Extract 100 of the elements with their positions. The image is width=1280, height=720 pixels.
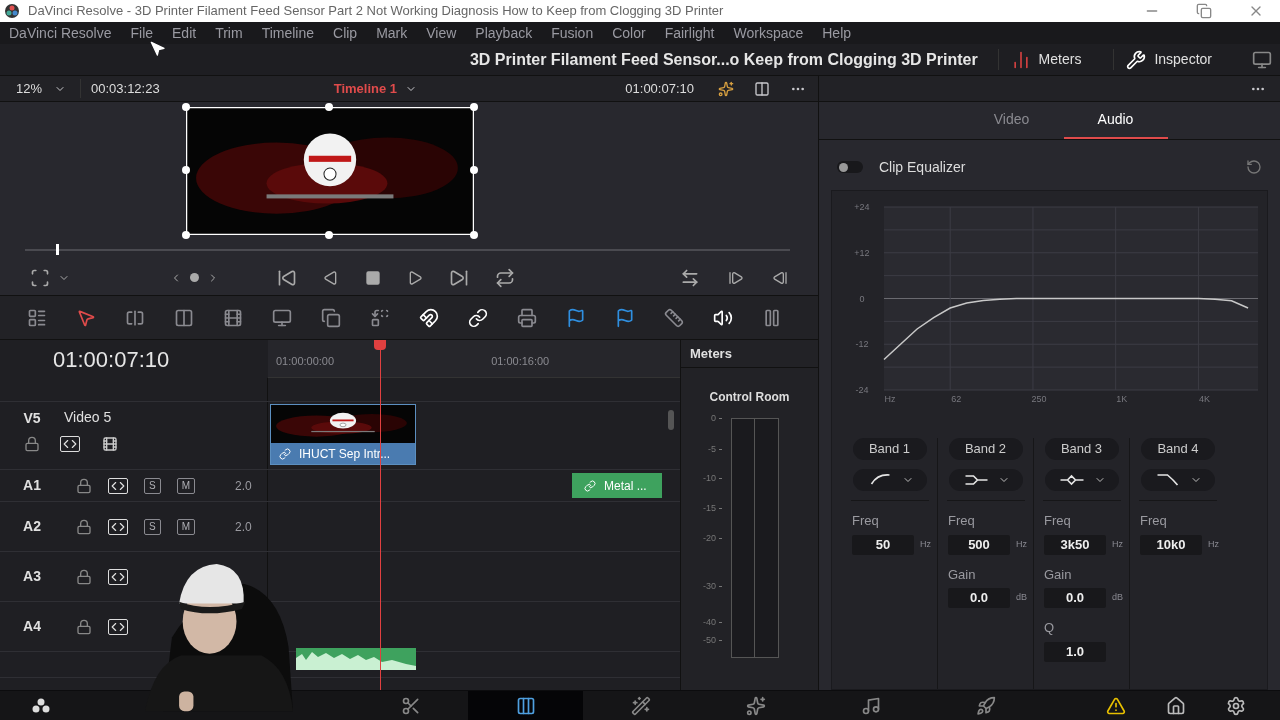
auto-select-icon[interactable] — [108, 518, 128, 535]
transform-handle[interactable] — [182, 103, 190, 111]
play-reverse-icon[interactable] — [323, 269, 339, 286]
menu-item[interactable]: File — [130, 22, 154, 44]
transform-handle[interactable] — [325, 231, 333, 239]
axis-label: +12 — [854, 247, 870, 258]
value-field[interactable]: 50 — [852, 534, 914, 555]
filter-type-dropdown[interactable] — [948, 469, 1023, 491]
transform-handle[interactable] — [470, 166, 478, 174]
cut-page-icon — [400, 695, 421, 716]
band-button[interactable]: Band 2 — [948, 438, 1023, 460]
home-icon[interactable] — [1166, 695, 1186, 716]
filter-type-dropdown[interactable] — [852, 469, 927, 491]
menu-item[interactable]: Fairlight — [664, 22, 715, 44]
meter-scale-label: -20 — [703, 532, 716, 545]
menu-item[interactable]: Fusion — [551, 22, 594, 44]
lock-icon[interactable] — [76, 618, 92, 635]
zoom-level[interactable]: 12% — [16, 78, 43, 99]
track-id: A2 — [23, 517, 41, 536]
meter-scale-label: -30 — [703, 580, 716, 593]
filter-type-dropdown[interactable] — [1141, 469, 1215, 491]
app-logo-icon[interactable] — [31, 697, 51, 714]
menu-item[interactable]: View — [426, 22, 457, 44]
edit-page-icon — [515, 695, 536, 716]
lock-icon[interactable] — [76, 477, 92, 494]
param-label: Freq — [948, 512, 976, 530]
value-field[interactable]: 10k0 — [1140, 534, 1202, 555]
track-id: V5 — [23, 409, 41, 428]
auto-select-icon[interactable] — [60, 436, 80, 452]
transform-handle[interactable] — [470, 231, 478, 239]
menu-item[interactable]: Trim — [215, 22, 243, 44]
display-icon[interactable] — [1252, 49, 1272, 70]
inspector-tab[interactable]: Audio — [1063, 102, 1168, 139]
axis-label: -24 — [855, 385, 869, 395]
playhead-handle[interactable] — [55, 244, 59, 255]
menu-item[interactable]: Color — [612, 22, 646, 44]
meter-scale-label: -10 — [703, 472, 716, 485]
match-frame-icon[interactable] — [680, 267, 700, 288]
previous-edit-icon[interactable] — [772, 269, 788, 286]
menu-item[interactable]: Playback — [475, 22, 533, 44]
timeline-name[interactable]: Timeline 1 — [333, 78, 398, 99]
auto-select-icon[interactable] — [108, 477, 128, 494]
mute-button[interactable]: M — [176, 518, 195, 535]
band-button[interactable]: Band 4 — [1141, 438, 1215, 460]
meter-scale-label: -5 — [708, 443, 716, 456]
time-ruler[interactable]: 01:00:00:00 01:00:16:00 — [268, 340, 680, 378]
menu-item[interactable]: Edit — [172, 22, 197, 44]
next-edit-icon[interactable] — [728, 269, 744, 286]
menu-item[interactable]: Help — [822, 22, 852, 44]
toggle-switch[interactable] — [837, 161, 863, 173]
transform-handle[interactable] — [325, 103, 333, 111]
audio-waveform-clip[interactable] — [296, 648, 416, 670]
filter-type-dropdown[interactable] — [1044, 469, 1119, 491]
scrubber-track[interactable] — [25, 244, 790, 256]
lock-icon[interactable] — [76, 568, 92, 585]
sparkle-icon[interactable] — [718, 80, 734, 97]
play-icon[interactable] — [407, 269, 423, 286]
lock-icon[interactable] — [76, 518, 92, 535]
menu-item[interactable]: Workspace — [733, 22, 804, 44]
menu-item[interactable]: Clip — [333, 22, 358, 44]
transform-handle[interactable] — [182, 166, 190, 174]
value-field[interactable]: 1.0 — [1044, 641, 1106, 662]
warning-icon[interactable] — [1106, 695, 1126, 716]
solo-button[interactable]: S — [144, 477, 161, 494]
mute-button[interactable]: M — [176, 477, 195, 494]
meter-title: Control Room — [708, 389, 791, 406]
stop-icon[interactable] — [365, 269, 381, 286]
restore-icon[interactable] — [1196, 3, 1212, 19]
band-button[interactable]: Band 3 — [1044, 438, 1119, 460]
value-field[interactable]: 0.0 — [948, 588, 1010, 608]
band-button[interactable]: Band 1 — [852, 438, 927, 460]
track-id: A1 — [23, 476, 41, 495]
crop-icon[interactable] — [30, 267, 50, 288]
value-field[interactable]: 3k50 — [1044, 534, 1106, 555]
menu-item[interactable]: Timeline — [261, 22, 314, 44]
transform-handle[interactable] — [182, 231, 190, 239]
auto-select-icon[interactable] — [108, 568, 128, 585]
axis-label: 62 — [951, 394, 962, 404]
transform-handle[interactable] — [470, 103, 478, 111]
param-label: Freq — [1044, 512, 1072, 530]
inspector-tab[interactable]: Video — [959, 102, 1064, 139]
vertical-scrollbar[interactable] — [668, 410, 674, 430]
solo-button[interactable]: S — [144, 518, 161, 535]
panel-button[interactable]: Inspector — [1113, 49, 1224, 70]
ruler-time: 01:00:00:00 — [276, 353, 335, 369]
value-field[interactable]: 0.0 — [1044, 588, 1106, 608]
lock-icon[interactable] — [24, 436, 40, 452]
axis-label: -12 — [855, 339, 869, 350]
menu-item[interactable]: Mark — [376, 22, 408, 44]
split-view-icon[interactable] — [754, 80, 770, 97]
loop-icon[interactable] — [495, 267, 515, 288]
settings-icon[interactable] — [1226, 695, 1246, 716]
page-tab[interactable] — [468, 691, 583, 720]
value-field[interactable]: 500 — [948, 534, 1010, 555]
panel-button[interactable]: Meters — [997, 49, 1094, 70]
menu-item[interactable]: DaVinci Resolve — [9, 22, 112, 44]
auto-select-icon[interactable] — [108, 618, 128, 635]
film-icon[interactable] — [100, 436, 120, 452]
timecode: 01:00:07:10 — [625, 79, 694, 98]
reset-icon[interactable] — [1246, 159, 1262, 175]
